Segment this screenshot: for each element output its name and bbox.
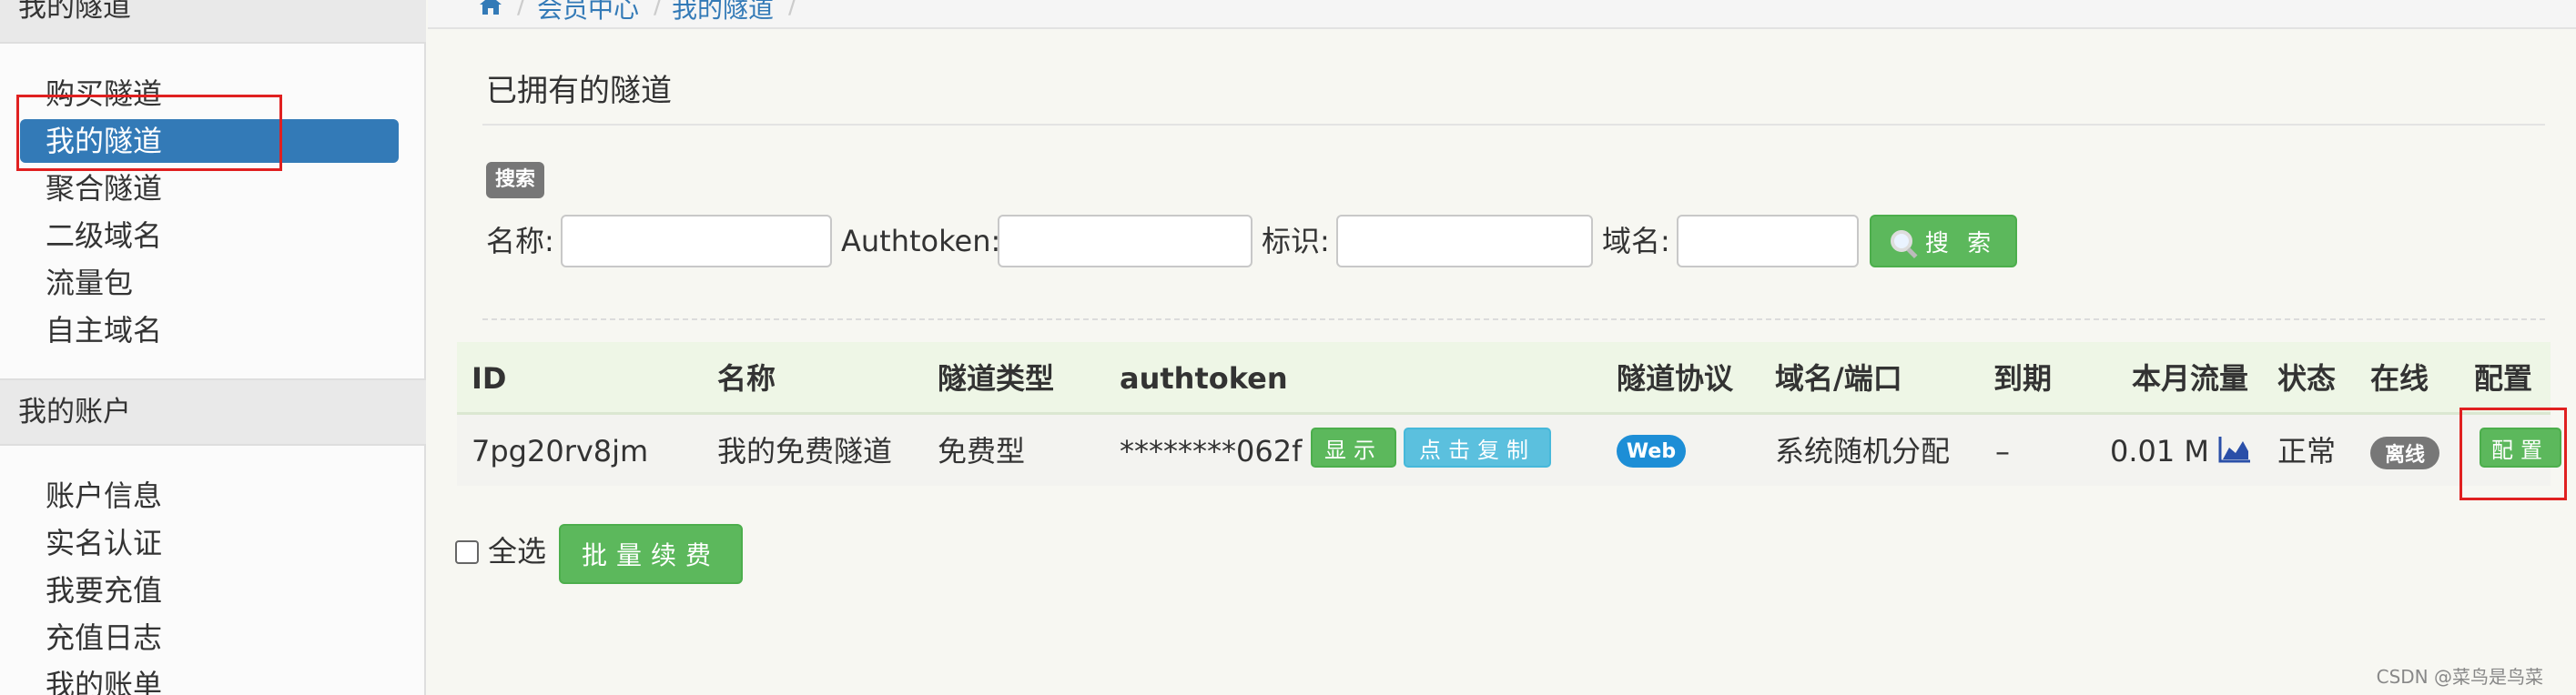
divider: [482, 124, 2545, 126]
select-all-label: 全选: [488, 534, 547, 569]
expire-date: –: [1995, 434, 2010, 468]
batch-renew-button[interactable]: 批量续费: [559, 524, 743, 584]
select-all-checkbox[interactable]: [455, 540, 479, 564]
column-header: 到期: [1993, 361, 2053, 396]
sidebar-item-custom-domain[interactable]: 自主域名: [46, 307, 162, 353]
sidebar-item-traffic-pack[interactable]: 流量包: [46, 260, 133, 306]
name-label: 名称:: [486, 224, 554, 258]
table-row: 7pg20rv8jm 我的免费隧道 免费型 ********062f 显示 点击…: [457, 415, 2561, 486]
copy-token-button[interactable]: 点击复制: [1404, 428, 1551, 468]
sidebar-item-recharge[interactable]: 我要充值: [46, 568, 162, 613]
search-icon: [1890, 230, 1912, 252]
column-header: 隧道协议: [1617, 361, 1734, 396]
column-header: 状态: [2277, 361, 2337, 396]
sidebar-item-real-name[interactable]: 实名认证: [46, 520, 162, 566]
tag-input[interactable]: [1336, 215, 1593, 267]
column-header: 隧道类型: [938, 361, 1055, 396]
tunnel-type: 免费型: [938, 434, 1026, 468]
sidebar-section-title: 我的隧道: [0, 0, 426, 44]
domain-port: 系统随机分配: [1775, 434, 1951, 468]
authtoken-label: Authtoken:: [841, 224, 1001, 258]
name-input[interactable]: [561, 215, 832, 267]
breadcrumb-separator: /: [788, 0, 797, 19]
breadcrumb-separator: /: [654, 0, 663, 19]
column-header: 名称: [717, 361, 776, 396]
highlight-box: [2459, 408, 2567, 500]
column-header: ID: [472, 361, 507, 396]
tunnel-name: 我的免费隧道: [717, 434, 893, 468]
monthly-traffic: 0.01 M: [2110, 434, 2210, 468]
column-header: authtoken: [1120, 361, 1288, 396]
authtoken-input[interactable]: [998, 215, 1253, 267]
area-chart-icon[interactable]: [2217, 435, 2252, 464]
column-header: 本月流量: [2132, 361, 2249, 396]
protocol-badge: Web: [1617, 435, 1686, 468]
status-text: 正常: [2277, 434, 2337, 468]
page-title: 已拥有的隧道: [486, 73, 672, 109]
online-badge: 离线: [2370, 437, 2439, 469]
sidebar-item-recharge-log[interactable]: 充值日志: [46, 615, 162, 660]
search-button-label: 搜 索: [1924, 229, 1997, 257]
watermark: CSDN @菜鸟是鸟菜: [2376, 666, 2543, 688]
show-token-button[interactable]: 显示: [1311, 428, 1396, 468]
column-header: 配置: [2474, 361, 2533, 396]
home-icon[interactable]: [479, 0, 502, 15]
breadcrumb-link-member-center[interactable]: 会员中心: [537, 0, 639, 25]
search-button[interactable]: 搜 索: [1870, 215, 2017, 267]
column-header: 在线: [2370, 361, 2429, 396]
breadcrumb: / 会员中心 / 我的隧道 /: [428, 0, 2576, 29]
sidebar: 我的隧道 购买隧道 我的隧道 聚合隧道 二级域名 流量包 自主域名 我的账户 账…: [0, 0, 426, 695]
highlight-box: [16, 95, 282, 171]
main-content: / 会员中心 / 我的隧道 / 已拥有的隧道 搜索 名称: Authtoken:…: [428, 0, 2576, 695]
authtoken-value: ********062f: [1120, 434, 1303, 468]
sidebar-item-aggregate-tunnel[interactable]: 聚合隧道: [46, 166, 162, 211]
tunnel-id: 7pg20rv8jm: [472, 434, 649, 468]
breadcrumb-separator: /: [517, 0, 526, 19]
table-header: ID 名称 隧道类型 authtoken 隧道协议 域名/端口 到期 本月流量 …: [457, 342, 2551, 415]
divider: [482, 318, 2545, 320]
search-badge: 搜索: [486, 162, 545, 198]
domain-input[interactable]: [1677, 215, 1859, 267]
sidebar-item-account-info[interactable]: 账户信息: [46, 473, 162, 519]
tag-label: 标识:: [1262, 224, 1330, 258]
column-header: 域名/端口: [1775, 361, 1902, 396]
breadcrumb-link-my-tunnels[interactable]: 我的隧道: [672, 0, 774, 25]
sidebar-item-subdomain[interactable]: 二级域名: [46, 213, 162, 258]
sidebar-item-my-bills[interactable]: 我的账单: [46, 662, 162, 695]
sidebar-section-title: 我的账户: [0, 378, 426, 446]
domain-label: 域名:: [1602, 224, 1670, 258]
